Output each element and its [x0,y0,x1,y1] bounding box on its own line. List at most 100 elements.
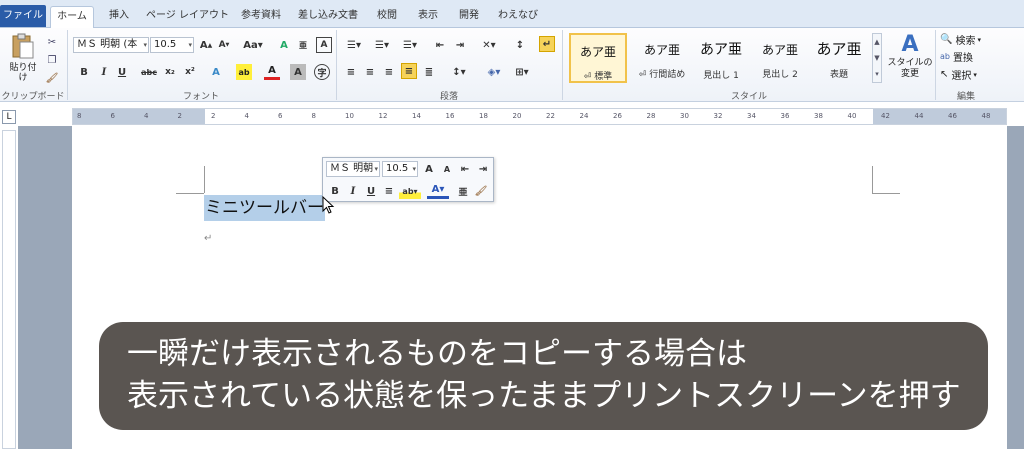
font-group-label: フォント [182,92,219,102]
ruler-tick-label: 16 [445,112,455,120]
font-size-combo[interactable]: 10.5 ▾ [150,37,194,53]
multilevel-list-icon[interactable]: ☰▾ [399,37,421,53]
tab-references[interactable]: 参考資料 [238,6,284,28]
cut-icon[interactable]: ✂ [44,34,60,50]
tab-developer[interactable]: 開発 [454,6,484,28]
tab-page-layout[interactable]: ページ レイアウト [146,6,229,28]
enclose-characters-icon[interactable]: 字 [314,64,330,80]
align-center-icon[interactable]: ≡ [362,64,378,80]
ruler-tick-label: 34 [747,112,756,120]
style-preview: あア亜 [761,43,798,57]
ribbon-tab-bar: ファイル ホーム 挿入 ページ レイアウト 参考資料 差し込み文書 校閲 表示 … [0,0,1024,29]
tab-waenavi[interactable]: わえなび [496,6,540,28]
selected-text[interactable]: ミニツールバー [204,195,325,221]
mini-decrease-indent-icon[interactable]: ⇤ [457,161,473,177]
distributed-icon[interactable]: ≣ [421,64,437,80]
font-color-icon[interactable]: A [264,64,280,80]
paste-label: 貼り付け [9,63,37,83]
line-spacing-icon[interactable]: ↕▾ [448,64,470,80]
chevron-down-icon: ▾ [143,41,147,49]
change-styles-button[interactable]: A スタイルの変更 [887,32,933,86]
mini-format-painter-icon[interactable]: 🖌 [473,183,489,199]
underline-icon[interactable]: U [114,64,130,80]
increase-indent-icon[interactable]: ⇥ [452,37,468,53]
style-name: ⏎ 標準 [583,72,613,82]
tab-home[interactable]: ホーム [50,6,94,29]
vertical-ruler[interactable] [2,130,16,449]
ruler-tick-label: 48 [981,112,991,120]
shrink-font-icon[interactable]: A ▼ [216,37,232,53]
tab-selector[interactable]: L [2,110,16,124]
superscript-icon[interactable]: x² [182,64,198,80]
crop-mark [204,166,205,193]
numbering-icon[interactable]: ☰▾ [371,37,393,53]
find-button[interactable]: 🔍 検索 ▾ [940,31,1000,48]
styles-scroll[interactable]: ▲ ▼ ▾ [872,33,882,83]
ruler-tick-label: 38 [814,112,823,120]
crop-mark [872,193,900,194]
italic-icon[interactable]: I [96,64,112,80]
change-case-icon[interactable]: Aa▾ [242,37,264,53]
style-heading-2[interactable]: あア亜 見出し 2 [751,33,809,83]
highlight-icon[interactable]: ab [236,64,252,80]
mini-highlight-icon[interactable]: ab▾ [399,183,421,199]
tab-file[interactable]: ファイル [0,5,46,27]
style-normal[interactable]: あア亜 ⏎ 標準 [569,33,627,83]
mini-font-color-icon[interactable]: A▾ [427,183,449,199]
format-painter-icon[interactable]: 🖌 [44,70,60,86]
mini-italic-icon[interactable]: I [345,183,361,199]
horizontal-ruler[interactable]: 8 6 4 2 2 4 6 8 10 12 14 16 18 20 22 24 26 28 30 32 34 36 38 40… [72,108,1007,125]
text-effects-icon[interactable]: A [208,64,224,80]
align-right-icon[interactable]: ≡ [381,64,397,80]
borders-icon[interactable]: ⊞▾ [511,64,533,80]
caption-line-2: 表示されている状態を保ったままプリントスクリーンを押す [127,378,961,414]
align-left-icon[interactable]: ≡ [343,64,359,80]
mini-grow-font-icon[interactable]: A [421,161,437,177]
style-no-spacing[interactable]: あア亜 ⏎ 行間詰め [633,33,691,83]
crop-mark [176,193,204,194]
ruler-tick-label: 36 [780,112,790,120]
character-border-icon[interactable]: A [316,37,332,53]
tab-mailings[interactable]: 差し込み文書 [295,6,361,28]
font-name-combo[interactable]: ＭＳ 明朝 (本 ▾ [73,37,149,53]
ruler-tick-label: 8 [311,112,316,120]
style-preview: あア亜 [816,40,862,58]
tab-view[interactable]: 表示 [413,6,443,28]
grow-font-icon[interactable]: A ▲ [198,37,214,53]
mini-shrink-font-icon[interactable]: A [439,161,455,177]
sort-icon[interactable]: ↕ [512,37,528,53]
decrease-indent-icon[interactable]: ⇤ [432,37,448,53]
select-button[interactable]: ↖ 選択 ▾ [940,66,1000,83]
bold-icon[interactable]: B [76,64,92,80]
style-preview: あア亜 [579,45,616,59]
strikethrough-icon[interactable]: abc [140,64,158,80]
paste-button[interactable]: 貼り付け [6,32,40,84]
style-name: 表題 [829,70,848,80]
replace-icon: ab [940,52,950,61]
phonetic-guide-icon[interactable]: 亜 [295,37,311,53]
justify-icon[interactable]: ≡ [401,63,417,79]
asian-layout-icon[interactable]: ✕▾ [478,37,500,53]
bullets-icon[interactable]: ☰▾ [343,37,365,53]
tab-insert[interactable]: 挿入 [104,6,134,28]
subscript-icon[interactable]: x₂ [162,64,178,80]
ruler-tick-label: 30 [680,112,689,120]
clear-formatting-icon[interactable]: A [276,37,292,53]
style-heading-1[interactable]: あア亜 見出し 1 [692,33,750,83]
cursor-icon: ↖ [940,69,949,80]
mini-font-name-value: ＭＳ 明朝 [330,163,374,174]
replace-button[interactable]: ab 置換 [940,48,1000,65]
show-marks-icon[interactable]: ↵ [539,36,555,52]
copy-icon[interactable]: ❐ [44,52,60,68]
mini-center-icon[interactable]: ≡ [381,183,397,199]
character-shading-icon[interactable]: A [290,64,306,80]
crop-mark [872,166,873,193]
shading-icon[interactable]: ◈▾ [483,64,505,80]
mini-underline-icon[interactable]: U [363,183,379,199]
mini-font-size-combo[interactable]: 10.5 ▾ [382,161,418,177]
mini-increase-indent-icon[interactable]: ⇥ [475,161,491,177]
mini-font-name-combo[interactable]: ＭＳ 明朝 ▾ [326,161,380,177]
tab-review[interactable]: 校閲 [372,6,402,28]
mini-format-icon[interactable]: 亜 [455,183,471,199]
style-title[interactable]: あア亜 表題 [810,33,868,83]
